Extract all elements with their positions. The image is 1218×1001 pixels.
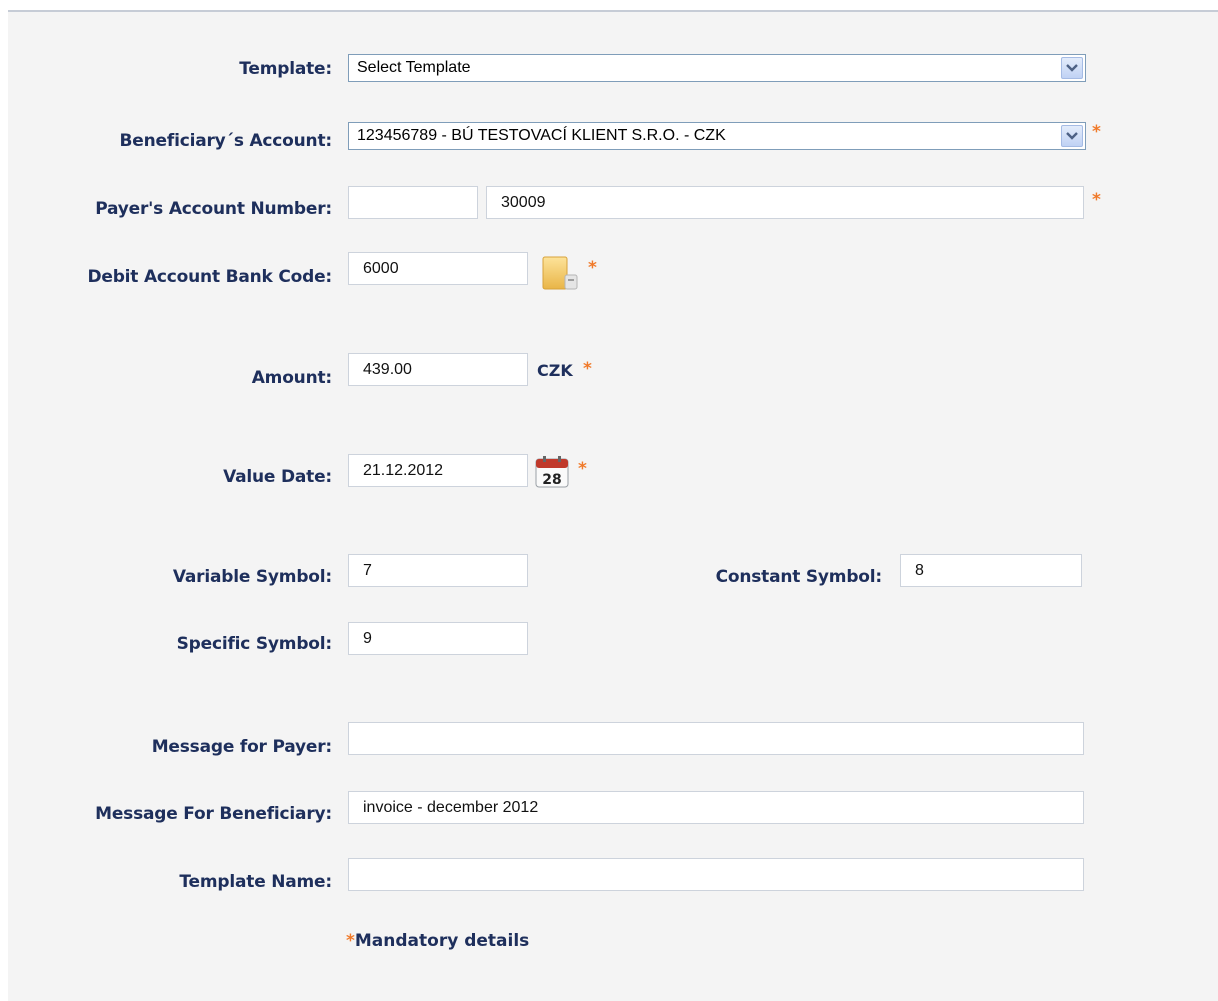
template-name-input[interactable] [348,858,1084,891]
variable-symbol-input[interactable]: 7 [348,554,528,587]
message-for-beneficiary-input[interactable]: invoice - december 2012 [348,791,1084,824]
beneficiary-account-label: Beneficiary´s Account: [119,131,333,151]
message-for-payer-input[interactable] [348,722,1084,755]
value-date-label: Value Date: [223,467,332,487]
constant-symbol-input[interactable]: 8 [900,554,1082,587]
template-select-value: Select Template [357,59,471,76]
message-for-beneficiary-label: Message For Beneficiary: [95,804,332,824]
beneficiary-account-value: 123456789 - BÚ TESTOVACÍ KLIENT S.R.O. -… [357,127,726,144]
beneficiary-account-select[interactable]: 123456789 - BÚ TESTOVACÍ KLIENT S.R.O. -… [348,122,1086,150]
template-name-label: Template Name: [179,872,332,892]
mandatory-note: *Mandatory details [346,931,529,951]
specific-symbol-input[interactable]: 9 [348,622,528,655]
template-select[interactable]: Select Template [348,54,1086,82]
value-date-input[interactable]: 21.12.2012 [348,454,528,487]
debit-bank-code-input[interactable]: 6000 [348,252,528,285]
calendar-icon[interactable]: 28 [535,455,569,493]
constant-symbol-label: Constant Symbol: [715,567,883,587]
message-for-payer-label: Message for Payer: [151,737,332,757]
required-marker: * [578,459,587,479]
variable-symbol-label: Variable Symbol: [172,567,332,587]
amount-label: Amount: [251,368,332,388]
specific-symbol-label: Specific Symbol: [176,634,333,654]
required-marker: * [588,258,597,278]
chevron-down-icon[interactable] [1061,125,1083,147]
debit-bank-code-label: Debit Account Bank Code: [87,267,332,287]
required-marker: * [346,931,355,951]
required-marker: * [1092,190,1101,210]
chevron-down-icon[interactable] [1061,57,1083,79]
required-marker: * [1092,122,1101,142]
amount-input[interactable]: 439.00 [348,353,528,386]
currency-label: CZK [537,361,573,380]
template-label: Template: [239,59,332,79]
folder-icon[interactable] [541,255,579,297]
payment-form [8,10,1218,1001]
required-marker: * [583,359,592,379]
calendar-day: 28 [542,472,561,488]
payer-account-number-input[interactable]: 30009 [486,186,1084,219]
mandatory-note-text: Mandatory details [354,931,530,951]
payer-account-prefix-input[interactable] [348,186,478,219]
payer-account-number-label: Payer's Account Number: [95,199,332,219]
